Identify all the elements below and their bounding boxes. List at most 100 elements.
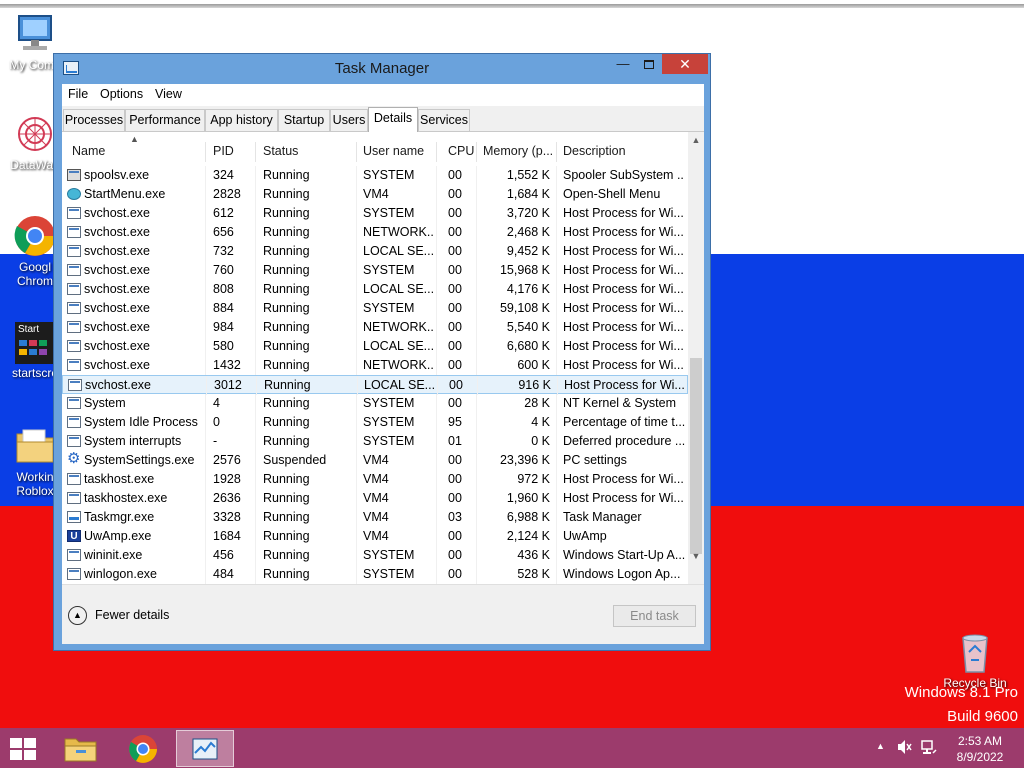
close-button[interactable]: ✕ bbox=[662, 54, 708, 74]
maximize-button[interactable] bbox=[636, 54, 662, 74]
table-row[interactable]: taskhostex.exe 2636 Running VM4 00 1,960 K Hos… bbox=[62, 489, 688, 508]
table-row[interactable]: svchost.exe 884 Running SYSTEM 00 59,108 K Hos… bbox=[62, 299, 688, 318]
task-manager-window: Task Manager — ✕ File Options View Proce… bbox=[53, 53, 711, 651]
cell-divider bbox=[556, 546, 557, 565]
cell-pid: 2828 bbox=[213, 187, 241, 201]
start-button[interactable] bbox=[10, 738, 38, 760]
windows-logo-pane bbox=[10, 750, 22, 760]
fewer-details-button[interactable]: ▲ Fewer details bbox=[68, 605, 178, 627]
cell-description: Host Process for Wi... bbox=[563, 282, 684, 296]
end-task-button[interactable]: End task bbox=[613, 605, 696, 627]
taskbar-clock[interactable]: 2:53 AM 8/9/2022 bbox=[950, 733, 1010, 765]
cell-divider bbox=[476, 527, 477, 546]
cell-cpu: 00 bbox=[448, 282, 462, 296]
vertical-scrollbar[interactable]: ▲ ▼ bbox=[688, 132, 704, 584]
printer-icon bbox=[67, 169, 81, 181]
cell-cpu: 00 bbox=[448, 358, 462, 372]
column-header-name[interactable]: Name bbox=[72, 144, 105, 158]
column-divider[interactable] bbox=[556, 142, 557, 162]
table-row[interactable]: svchost.exe 3012 Running LOCAL SE... 00 916 K… bbox=[62, 375, 688, 395]
column-header-memory[interactable]: Memory (p... bbox=[483, 144, 553, 158]
cell-divider bbox=[356, 299, 357, 318]
table-row[interactable]: U UwAmp.exe 1684 Running VM4 00 2,124 K UwAmp bbox=[62, 527, 688, 546]
column-header-pid[interactable]: PID bbox=[213, 144, 234, 158]
column-header-cpu[interactable]: CPU bbox=[448, 144, 474, 158]
column-divider[interactable] bbox=[255, 142, 256, 162]
table-row[interactable]: taskhost.exe 1928 Running VM4 00 972 K Host Pr… bbox=[62, 470, 688, 489]
scroll-up-arrow-icon[interactable]: ▲ bbox=[688, 132, 704, 149]
table-row[interactable]: svchost.exe 732 Running LOCAL SE... 00 9,452 … bbox=[62, 242, 688, 261]
minimize-button[interactable]: — bbox=[610, 54, 636, 74]
menu-file[interactable]: File bbox=[68, 87, 88, 101]
taskbar-file-explorer[interactable] bbox=[52, 730, 110, 767]
tab-users[interactable]: Users bbox=[330, 109, 368, 131]
network-icon[interactable] bbox=[920, 738, 938, 759]
cell-description: Host Process for Wi... bbox=[563, 206, 684, 220]
show-hidden-icons-arrow-icon[interactable]: ▲ bbox=[876, 741, 885, 751]
column-header-status[interactable]: Status bbox=[263, 144, 298, 158]
tab-services[interactable]: Services bbox=[418, 109, 470, 131]
cell-cpu: 00 bbox=[448, 263, 462, 277]
cell-memory: 4,176 K bbox=[506, 282, 550, 296]
cell-user-name: VM4 bbox=[363, 472, 389, 486]
cell-description: Host Process for Wi... bbox=[563, 301, 684, 315]
tab-details[interactable]: Details bbox=[368, 107, 418, 132]
cell-user-name: NETWORK... bbox=[363, 225, 435, 239]
cell-memory: 59,108 K bbox=[499, 301, 550, 315]
table-row[interactable]: svchost.exe 612 Running SYSTEM 00 3,720 K Host… bbox=[62, 204, 688, 223]
tab-performance[interactable]: Performance bbox=[125, 109, 205, 131]
table-row[interactable]: System interrupts - Running SYSTEM 01 0 K Defe… bbox=[62, 432, 688, 451]
cell-description: NT Kernel & System bbox=[563, 396, 677, 410]
table-row[interactable]: svchost.exe 984 Running NETWORK... 00 5,540 K… bbox=[62, 318, 688, 337]
cell-pid: 3328 bbox=[213, 510, 241, 524]
cell-cpu: 00 bbox=[448, 301, 462, 315]
column-divider[interactable] bbox=[356, 142, 357, 162]
menu-options[interactable]: Options bbox=[100, 87, 143, 101]
scrollbar-thumb[interactable] bbox=[690, 358, 702, 554]
menu-view[interactable]: View bbox=[155, 87, 182, 101]
table-row[interactable]: svchost.exe 656 Running NETWORK... 00 2,468 K… bbox=[62, 223, 688, 242]
table-row[interactable]: winlogon.exe 484 Running SYSTEM 00 528 K Windo… bbox=[62, 565, 688, 584]
table-row[interactable]: wininit.exe 456 Running SYSTEM 00 436 K Window… bbox=[62, 546, 688, 565]
taskbar-task-manager[interactable] bbox=[176, 730, 234, 767]
tab-bar: Processes Performance App history Startu… bbox=[62, 106, 704, 132]
cell-memory: 1,684 K bbox=[506, 187, 550, 201]
column-divider[interactable] bbox=[436, 142, 437, 162]
taskbar-chrome[interactable] bbox=[114, 730, 172, 767]
tab-processes[interactable]: Processes bbox=[63, 109, 125, 131]
cell-status: Running bbox=[263, 263, 310, 277]
cell-memory: 1,552 K bbox=[506, 168, 550, 182]
cell-status: Running bbox=[263, 301, 310, 315]
cell-user-name: SYSTEM bbox=[363, 548, 415, 562]
cell-user-name: SYSTEM bbox=[363, 301, 415, 315]
cell-description: Windows Start-Up A... bbox=[563, 548, 685, 562]
tab-app-history[interactable]: App history bbox=[205, 109, 278, 131]
cell-memory: 600 K bbox=[517, 358, 550, 372]
table-header: ▲ Name PID Status User name CPU Memory (… bbox=[62, 132, 688, 166]
application-window-icon bbox=[67, 473, 81, 485]
table-row[interactable]: StartMenu.exe 2828 Running VM4 00 1,684 K Open… bbox=[62, 185, 688, 204]
table-row[interactable]: spoolsv.exe 324 Running SYSTEM 00 1,552 K Spoo… bbox=[62, 166, 688, 185]
cell-divider bbox=[205, 356, 206, 375]
table-row[interactable]: System 4 Running SYSTEM 00 28 K NT Kernel & Sy… bbox=[62, 394, 688, 413]
table-row[interactable]: svchost.exe 1432 Running NETWORK... 00 600 K H… bbox=[62, 356, 688, 375]
column-divider[interactable] bbox=[476, 142, 477, 162]
table-row[interactable]: ⚙ SystemSettings.exe 2576 Suspended VM4 00 23,… bbox=[62, 451, 688, 470]
cell-description: Host Process for Wi... bbox=[563, 339, 684, 353]
table-row[interactable]: System Idle Process 0 Running SYSTEM 95 4 K Pe… bbox=[62, 413, 688, 432]
speaker-muted-icon[interactable] bbox=[896, 738, 912, 759]
windows-logo-pane bbox=[24, 750, 36, 760]
scroll-down-arrow-icon[interactable]: ▼ bbox=[688, 548, 704, 565]
column-divider[interactable] bbox=[205, 142, 206, 162]
table-row[interactable]: Taskmgr.exe 3328 Running VM4 03 6,988 K Task M… bbox=[62, 508, 688, 527]
cell-divider bbox=[205, 299, 206, 318]
desktop-icon-recycle-bin[interactable]: Recycle Bin bbox=[936, 630, 1014, 690]
application-window-icon bbox=[67, 359, 81, 371]
table-row[interactable]: svchost.exe 808 Running LOCAL SE... 00 4,176 … bbox=[62, 280, 688, 299]
title-bar[interactable]: Task Manager — ✕ bbox=[54, 54, 710, 84]
table-row[interactable]: svchost.exe 760 Running SYSTEM 00 15,968 K Hos… bbox=[62, 261, 688, 280]
column-header-user-name[interactable]: User name bbox=[363, 144, 424, 158]
table-row[interactable]: svchost.exe 580 Running LOCAL SE... 00 6,680 … bbox=[62, 337, 688, 356]
column-header-description[interactable]: Description bbox=[563, 144, 626, 158]
tab-startup[interactable]: Startup bbox=[278, 109, 330, 131]
